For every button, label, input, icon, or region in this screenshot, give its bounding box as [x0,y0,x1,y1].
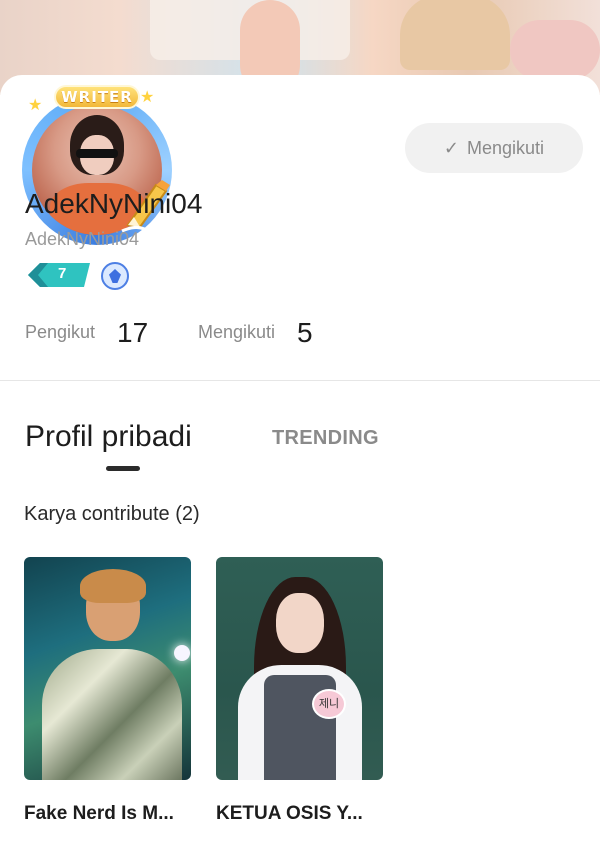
writer-level-icon[interactable] [101,262,129,290]
star-icon: ★ [28,97,43,114]
checkmark-icon: ✓ [443,137,460,158]
following-label[interactable]: Mengikuti [198,322,275,343]
works-section-title: Karya contribute (2) [24,503,200,525]
star-icon: ★ [140,89,155,106]
display-name: AdekNyNini04 [25,188,203,219]
writer-tag: WRITER [54,85,140,109]
divider [0,380,600,381]
level-number: 7 [58,265,67,282]
tab-profile[interactable]: Profil pribadi [25,420,192,454]
followers-count[interactable]: 17 [117,317,148,349]
tab-trending[interactable]: TRENDING [272,427,379,450]
book-cover[interactable]: 제니 [216,557,383,780]
avatar-frame[interactable]: WRITER ★ ★ [8,81,188,251]
following-button[interactable]: ✓ Mengikuti [405,123,583,173]
following-button-label: Mengikuti [467,137,545,158]
book-title[interactable]: Fake Nerd Is M... [24,803,174,825]
following-count[interactable]: 5 [297,317,313,349]
book-title[interactable]: KETUA OSIS Y... [216,803,363,825]
book-cover[interactable] [24,557,191,780]
username: AdekNyNini04 [25,229,140,249]
profile-card: WRITER ★ ★ ✓ Mengikuti AdekNyNini04 Adek… [0,75,600,845]
followers-label[interactable]: Pengikut [25,322,95,343]
name-tag: 제니 [312,689,346,719]
tab-active-indicator [106,466,140,471]
